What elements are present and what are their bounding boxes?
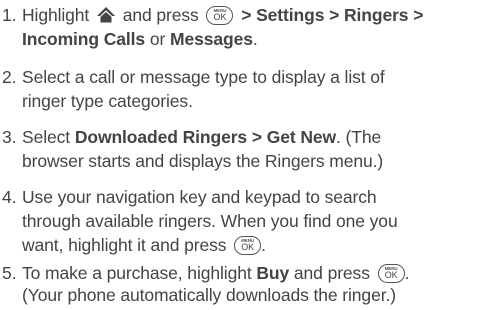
step-text: . (The <box>336 127 382 147</box>
menu-ok-key-icon: MENU OK <box>377 264 405 283</box>
step-text: . <box>252 29 258 49</box>
step-2-line-1: Select a call or message type to display… <box>22 67 385 87</box>
menu-path: Downloaded Ringers > Get New <box>74 127 337 147</box>
step-text: . <box>404 263 410 283</box>
step-number: 3. <box>2 127 17 147</box>
step-text: and press <box>293 263 370 283</box>
step-number: 1. <box>2 5 17 25</box>
step-2-line-2: ringer type categories. <box>22 91 193 111</box>
step-text: want, highlight it and press <box>22 235 227 255</box>
step-1-line-1: Highlight and press MENU OK > Settings > … <box>22 4 423 26</box>
step-text: Select <box>22 127 71 147</box>
menu-option-buy: Buy <box>256 263 290 283</box>
step-number: 5. <box>2 263 17 283</box>
menu-ok-key-icon: MENU OK <box>206 6 234 25</box>
home-icon <box>96 7 115 23</box>
menu-option-incoming-calls: Incoming Calls <box>22 29 146 49</box>
step-4-line-3: want, highlight it and press MENU OK. <box>22 234 266 256</box>
step-text: and press <box>122 5 199 25</box>
step-3-line-1: Select Downloaded Ringers > Get New. (Th… <box>22 126 381 148</box>
menu-ok-key-icon: MENU OK <box>234 236 262 255</box>
menu-path: > Settings > Ringers > <box>241 5 424 25</box>
step-text: or <box>149 29 166 49</box>
menu-option-messages: Messages <box>169 29 253 49</box>
step-4-line-2: through available ringers. When you find… <box>22 211 398 231</box>
step-text: To make a purchase, highlight <box>22 263 252 283</box>
step-text: . <box>261 235 266 255</box>
step-1-line-2: Incoming Calls or Messages. <box>22 28 258 50</box>
step-4-line-1: Use your navigation key and keypad to se… <box>22 187 377 207</box>
step-number: 2. <box>2 67 17 87</box>
step-3-line-2: browser starts and displays the Ringers … <box>22 151 384 171</box>
step-5-line-2: (Your phone automatically downloads the … <box>22 285 396 305</box>
step-5-line-1: To make a purchase, highlight Buy and pr… <box>22 262 409 284</box>
instruction-list: 1. Highlight and press MENU OK > Settings… <box>0 0 488 310</box>
step-number: 4. <box>2 187 17 207</box>
step-text: Highlight <box>22 5 90 25</box>
